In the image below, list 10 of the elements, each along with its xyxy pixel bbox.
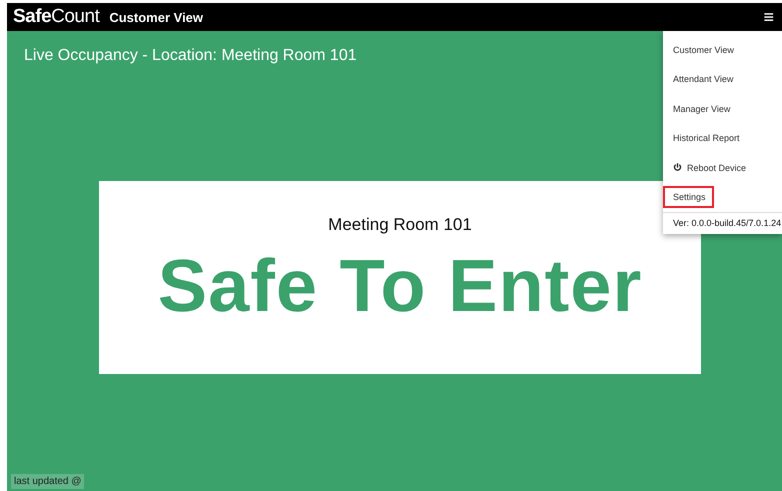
menu-button[interactable]: ≡ <box>763 8 774 26</box>
last-updated-label: last updated @ <box>11 474 84 489</box>
view-title: Customer View <box>109 10 204 24</box>
page-heading: Live Occupancy - Location: Meeting Room 101 <box>24 47 357 65</box>
menu-item[interactable]: Settings <box>663 186 714 208</box>
logo: SafeCount <box>13 6 100 28</box>
power-icon <box>673 163 682 172</box>
status-text: Safe To Enter <box>158 243 642 328</box>
location-name: Meeting Room 101 <box>328 215 472 235</box>
version-text: Ver: 0.0.0-build.45/7.0.1.24 <box>663 212 782 234</box>
